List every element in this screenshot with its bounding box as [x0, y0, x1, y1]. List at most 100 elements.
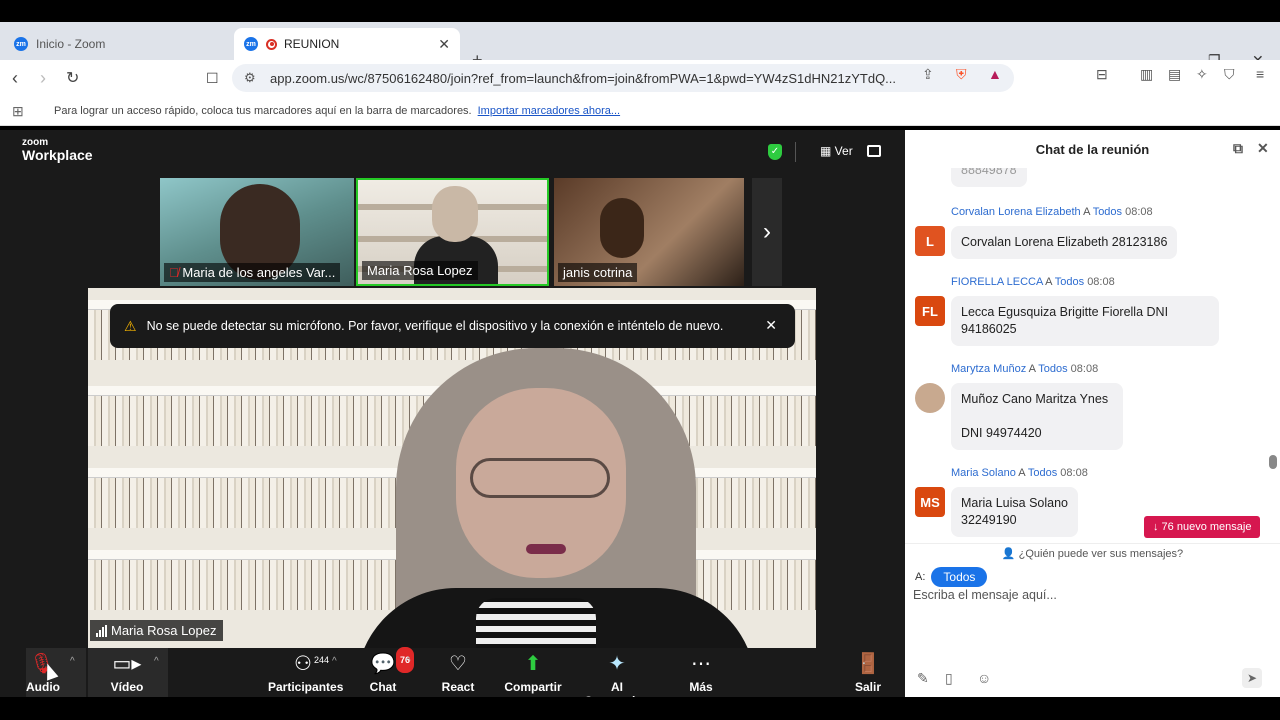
message-sender: Corvalan Lorena Elizabeth A Todos 08:08	[951, 206, 1153, 218]
picture-in-picture-icon[interactable]	[867, 145, 881, 157]
message-time: 08:08	[1087, 276, 1115, 288]
video-button[interactable]: ▭▸ Vídeo	[108, 652, 146, 694]
name-text: Maria de los angeles Var...	[182, 265, 336, 280]
video-options-caret-icon[interactable]: ^	[154, 656, 159, 667]
back-arrow-icon[interactable]: ‹	[12, 68, 18, 89]
recipient: Todos	[1092, 206, 1123, 218]
message-bubble-partial[interactable]: 88849878	[951, 168, 1027, 187]
bookmarks-hint: Para lograr un acceso rápido, coloca tus…	[54, 104, 472, 117]
zoom-workplace-logo: zoom Workplace	[22, 138, 93, 164]
chat-caret-icon[interactable]: ^	[406, 656, 411, 667]
chat-bubble-icon: 💬 76	[366, 647, 414, 676]
scarf	[476, 598, 596, 648]
participant-video	[600, 198, 644, 258]
meeting-area: zoom Workplace ✓ ▦ Ver 🎙̸ Maria de los a…	[0, 130, 905, 708]
audio-options-caret-icon[interactable]: ^	[70, 656, 75, 667]
person-icon: 👤	[1001, 548, 1016, 560]
encryption-shield-icon[interactable]: ✓	[768, 144, 782, 160]
react-button[interactable]: ♡ React	[440, 652, 476, 694]
view-button[interactable]: ▦ Ver	[820, 144, 853, 158]
chat-panel: Chat de la reunión ⧉ ✕ 88849878 Corvalan…	[905, 130, 1280, 697]
meeting-toolbar: 🎙 Audio ^ ▭▸ Vídeo ^ ⚇ 244 Participantes …	[0, 647, 905, 708]
recording-icon	[266, 38, 277, 50]
emoji-icon[interactable]: ☺	[977, 670, 991, 686]
participants-button[interactable]: ⚇ 244 Participantes	[268, 652, 344, 694]
new-messages-button[interactable]: ↓ 76 nuevo mensaje	[1144, 516, 1261, 538]
participant-tile[interactable]: 🎙̸ Maria de los angeles Var...	[160, 178, 354, 286]
brave-rewards-icon[interactable]: ▲	[988, 66, 1002, 82]
chat-button[interactable]: 💬 76 Chat	[366, 647, 414, 694]
message-time: 08:08	[1125, 206, 1153, 218]
to-label: A:	[915, 571, 926, 583]
tab-search-icon[interactable]: ⊟	[1096, 66, 1108, 83]
video-label: Vídeo	[110, 680, 144, 694]
next-page-chevron-icon[interactable]: ›	[752, 178, 782, 286]
send-icon[interactable]: ➤	[1242, 668, 1262, 688]
participants-label: Participantes	[268, 680, 344, 694]
brave-shield-icon[interactable]: ⛨	[956, 66, 967, 83]
grid-icon: ▦	[820, 144, 835, 158]
audio-label: Audio	[26, 680, 60, 694]
message-sender: Maria Solano A Todos 08:08	[951, 467, 1088, 479]
message-bubble[interactable]: Maria Luisa Solano 32249190	[951, 487, 1079, 537]
message-bubble[interactable]: Corvalan Lorena Elizabeth 28123186	[951, 226, 1178, 259]
import-bookmarks-link[interactable]: Importar marcadores ahora...	[478, 105, 620, 117]
share-icon[interactable]: ⇪	[922, 66, 934, 83]
pop-out-icon[interactable]: ⧉	[1233, 140, 1243, 157]
leo-ai-icon[interactable]: ✧	[1196, 66, 1208, 83]
muted-mic-icon: 🎙̸	[169, 265, 179, 280]
message-sender: FIORELLA LECCA A Todos 08:08	[951, 276, 1115, 288]
recipient: Todos	[1038, 363, 1068, 375]
more-button[interactable]: ⋯ Más	[686, 652, 716, 694]
browser-tab-strip: zm Inicio - Zoom zm REUNION ✕ + – ❐ ✕	[0, 22, 1280, 70]
site-info-icon[interactable]: ⚙	[244, 70, 256, 86]
avatar: FL	[915, 296, 945, 326]
url-bar[interactable]: ⚙ app.zoom.us/wc/87506162480/join?ref_fr…	[232, 64, 1014, 92]
leave-label: Salir	[854, 680, 881, 694]
file-icon[interactable]: ▯	[945, 670, 953, 687]
who-can-see-link[interactable]: 👤 ¿Quién puede ver sus mensajes?	[905, 543, 1280, 563]
apps-grid-icon[interactable]: ⊞	[12, 103, 24, 120]
message-bubble[interactable]: Muñoz Cano Maritza Ynes DNI 94974420	[951, 383, 1123, 450]
to-label: A	[1018, 467, 1026, 479]
chat-input[interactable]: Escriba el mensaje aquí...	[913, 588, 1057, 602]
message-bubble[interactable]: Lecca Egusquiza Brigitte Fiorella DNI 941…	[951, 296, 1219, 346]
menu-icon[interactable]: ≡	[1256, 66, 1264, 82]
close-tab-icon[interactable]: ✕	[438, 36, 450, 53]
message-time: 08:08	[1060, 467, 1088, 479]
message-line: DNI 94974420	[961, 426, 1042, 440]
reload-icon[interactable]: ↻	[66, 68, 79, 88]
react-label: React	[441, 680, 475, 694]
chat-scrollbar[interactable]	[1269, 455, 1277, 469]
sparkle-icon: ✦	[608, 653, 626, 675]
participant-video	[432, 186, 478, 242]
tab-inicio-zoom[interactable]: zm Inicio - Zoom	[6, 28, 228, 60]
sidebar-icon[interactable]: ▥	[1140, 66, 1153, 83]
recipient-selector[interactable]: Todos	[931, 567, 988, 587]
leave-button[interactable]: 🚪 Salir	[854, 652, 882, 694]
forward-arrow-icon[interactable]: ›	[40, 68, 46, 89]
message-line: 94186025	[961, 322, 1017, 336]
mic-warning-banner: ⚠ No se puede detectar su micrófono. Por…	[110, 304, 795, 348]
participant-tile[interactable]: janis cotrina	[554, 178, 744, 286]
format-icon[interactable]: ✎	[917, 670, 929, 687]
vpn-icon[interactable]: ⛉	[1224, 66, 1235, 83]
message-line: 32249190	[961, 513, 1017, 527]
wallet-icon[interactable]: ▤	[1168, 66, 1181, 83]
share-screen-icon: ⬆	[524, 653, 542, 675]
participants-caret-icon[interactable]: ^	[332, 656, 337, 667]
message-line: Corvalan Lorena Elizabeth 28123186	[961, 235, 1168, 249]
participant-tile-active-speaker[interactable]: Maria Rosa Lopez	[356, 178, 549, 286]
recipient-row: A: Todos	[915, 567, 988, 587]
close-chat-icon[interactable]: ✕	[1257, 140, 1269, 157]
more-label: Más	[689, 680, 713, 694]
url-text: app.zoom.us/wc/87506162480/join?ref_from…	[270, 70, 897, 86]
share-button[interactable]: ⬆ Compartir	[504, 652, 562, 694]
avatar: MS	[915, 487, 945, 517]
bookmark-icon[interactable]: ☐	[206, 70, 219, 87]
tab-reunion[interactable]: zm REUNION ✕	[234, 28, 460, 60]
screen-bottom-border	[0, 697, 1280, 720]
close-warning-icon[interactable]: ✕	[765, 317, 777, 334]
message-line-blank	[961, 409, 964, 423]
address-bar-row: ‹ › ↻ ☐ ⚙ app.zoom.us/wc/87506162480/joi…	[0, 60, 1280, 96]
